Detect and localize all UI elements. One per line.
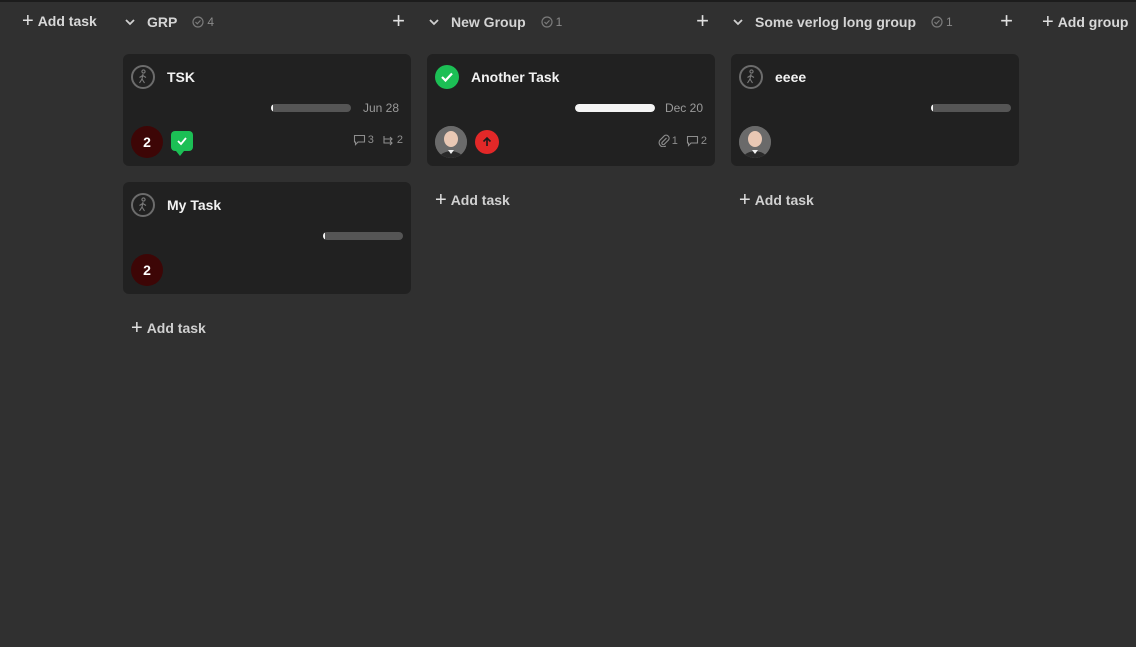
add-group-label: Add group xyxy=(1057,14,1129,30)
column-some-verlog-long-group: Some verlog long group 1 + eeee + Add ta… xyxy=(731,2,1019,210)
progress-bar xyxy=(931,104,1011,112)
add-task-to-column-button[interactable]: + xyxy=(696,10,709,32)
task-meta: 3 2 xyxy=(353,134,403,146)
paperclip-icon xyxy=(658,134,670,147)
add-task-to-column-button[interactable]: + xyxy=(392,10,405,32)
task-card[interactable]: My Task 2 xyxy=(123,182,411,294)
comment-icon xyxy=(353,134,365,146)
column-header: GRP 4 + xyxy=(123,2,411,42)
check-circle-icon[interactable] xyxy=(435,65,459,89)
task-meta: 1 2 xyxy=(658,134,707,147)
plus-icon: + xyxy=(22,10,34,32)
arrow-up-icon[interactable] xyxy=(475,130,499,154)
task-title: Another Task xyxy=(471,69,560,85)
column-header: New Group 1 + xyxy=(427,2,715,42)
task-card[interactable]: eeee xyxy=(731,54,1019,166)
attachments-count[interactable]: 1 xyxy=(658,134,678,147)
comments-count[interactable]: 3 xyxy=(353,134,374,146)
check-circle-icon xyxy=(192,16,204,28)
task-card[interactable]: TSK Jun 28 2 3 2 xyxy=(123,54,411,166)
column-header: Some verlog long group 1 + xyxy=(731,2,1019,42)
task-title: My Task xyxy=(167,197,222,213)
add-task-button[interactable]: + Add task xyxy=(435,190,715,210)
assignee-count-badge[interactable]: 2 xyxy=(131,254,163,286)
column-task-count: 1 xyxy=(931,15,953,29)
column-grp: GRP 4 + TSK Jun 28 2 3 2 My Task 2 + Add… xyxy=(123,2,411,338)
comment-icon xyxy=(686,135,698,147)
column-title[interactable]: Some verlog long group xyxy=(755,14,916,30)
due-date: Dec 20 xyxy=(664,101,703,115)
add-task-button[interactable]: + Add task xyxy=(131,318,411,338)
done-chat-icon[interactable] xyxy=(171,131,193,156)
progress-bar xyxy=(323,232,403,240)
person-walking-icon[interactable] xyxy=(739,65,763,89)
assignee-count-badge[interactable]: 2 xyxy=(131,126,163,158)
task-title: TSK xyxy=(167,69,195,85)
plus-icon: + xyxy=(131,317,143,339)
chevron-down-icon[interactable] xyxy=(125,18,139,26)
add-task-label: Add task xyxy=(37,13,97,29)
task-card[interactable]: Another Task Dec 20 1 2 xyxy=(427,54,715,166)
column-title[interactable]: New Group xyxy=(451,14,526,30)
check-circle-icon xyxy=(541,16,553,28)
comments-count[interactable]: 2 xyxy=(686,134,707,147)
column-task-count: 4 xyxy=(192,15,214,29)
column-task-count: 1 xyxy=(541,15,562,29)
task-title: eeee xyxy=(775,69,807,85)
add-task-button[interactable]: + Add task xyxy=(22,11,97,31)
column-new-group: New Group 1 + Another Task Dec 20 1 2 + … xyxy=(427,2,715,210)
chevron-down-icon[interactable] xyxy=(429,18,443,26)
avatar[interactable] xyxy=(435,126,467,158)
plus-icon: + xyxy=(435,189,447,211)
person-walking-icon[interactable] xyxy=(131,193,155,217)
subtasks-count[interactable]: 2 xyxy=(382,134,403,146)
add-task-button[interactable]: + Add task xyxy=(739,190,1019,210)
avatar[interactable] xyxy=(739,126,771,158)
add-group-button[interactable]: + Add group xyxy=(1042,12,1128,32)
plus-icon: + xyxy=(1042,11,1054,33)
plus-icon: + xyxy=(739,189,751,211)
person-walking-icon[interactable] xyxy=(131,65,155,89)
check-circle-icon xyxy=(931,16,943,28)
subtask-icon xyxy=(383,136,393,146)
progress-bar xyxy=(575,104,655,112)
chevron-down-icon[interactable] xyxy=(733,18,747,26)
add-task-to-column-button[interactable]: + xyxy=(1000,10,1013,32)
due-date: Jun 28 xyxy=(362,101,399,115)
progress-bar xyxy=(271,104,351,112)
column-title[interactable]: GRP xyxy=(147,14,177,30)
